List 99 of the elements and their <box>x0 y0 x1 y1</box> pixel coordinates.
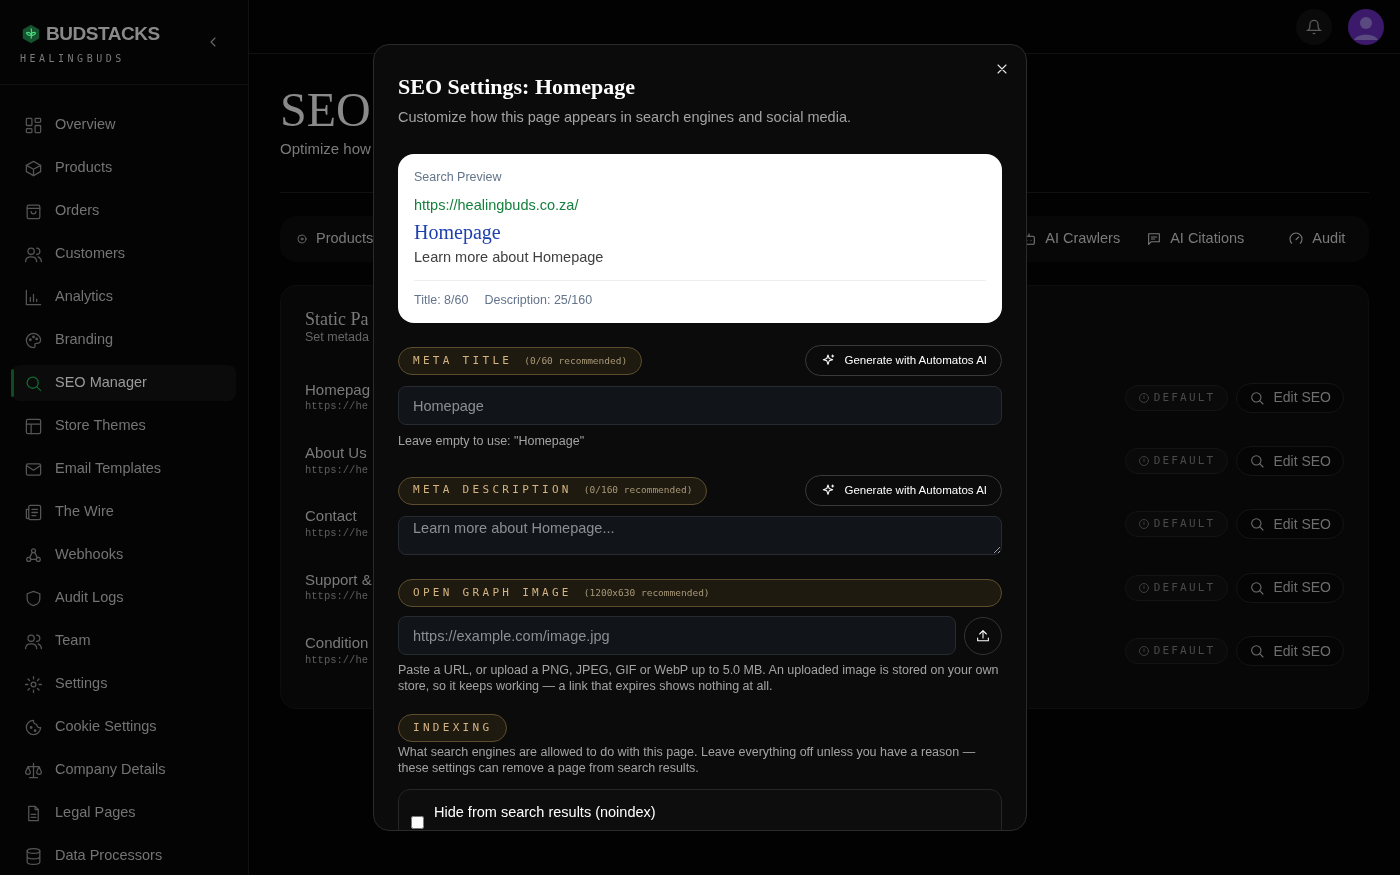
search-icon <box>1249 516 1266 533</box>
sidebar-item[interactable]: Analytics <box>12 279 236 315</box>
shield-icon <box>24 588 43 608</box>
page-url: https://he <box>305 399 368 415</box>
box-icon <box>24 158 43 178</box>
page-url: https://he <box>305 462 368 478</box>
sidebar-item[interactable]: Legal Pages <box>12 795 236 831</box>
default-badge: DEFAULT <box>1124 448 1229 475</box>
character-count: Title: 8/60 <box>414 291 469 309</box>
sidebar-item[interactable]: SEO Manager <box>12 365 236 401</box>
preview-label: Search Preview <box>414 169 502 187</box>
sidebar-item[interactable]: Settings <box>12 666 236 702</box>
checkbox[interactable] <box>411 816 424 830</box>
edit-seo-button[interactable]: Edit SEO <box>1236 446 1344 477</box>
store-name: HEALINGBUDS <box>20 51 125 66</box>
cookie-icon <box>24 717 43 737</box>
sidebar-item[interactable]: The Wire <box>12 494 236 530</box>
sidebar-item[interactable]: Company Details <box>12 752 236 788</box>
modal-subtitle: Customize how this page appears in search engines and social media. <box>398 107 852 127</box>
edit-seo-button[interactable]: Edit SEO <box>1236 509 1344 540</box>
page-subtitle: Optimize how <box>280 139 371 159</box>
grid-icon <box>24 115 43 135</box>
newspaper-icon <box>24 502 43 522</box>
webhook-icon <box>24 545 43 565</box>
tab[interactable]: Audit <box>1288 227 1346 250</box>
leaf-logo-icon <box>20 23 42 46</box>
bell-icon <box>1306 18 1322 35</box>
sidebar-item[interactable]: Team <box>12 623 236 659</box>
search-icon <box>1249 453 1266 470</box>
brand-name: BUDSTACKS <box>46 22 160 46</box>
preview-description: Learn more about Homepage <box>414 247 604 267</box>
palette-icon <box>24 330 43 350</box>
option-label: Hide from search results (noindex) <box>434 803 656 823</box>
card-subtitle: Set metada <box>305 328 369 346</box>
sidebar-item[interactable]: Orders <box>12 193 236 229</box>
sidebar-item[interactable]: Data Processors <box>12 838 236 874</box>
ai-generate-button[interactable]: Generate with Automatos AI <box>805 345 1002 377</box>
sidebar-item[interactable]: Overview <box>12 107 236 143</box>
url-input-field[interactable]: https://example.com/image.jpg <box>398 616 956 655</box>
tag-icon <box>296 232 308 245</box>
search-icon <box>1249 389 1266 406</box>
sidebar-item[interactable]: Webhooks <box>12 537 236 573</box>
info-icon <box>1137 391 1150 404</box>
field-label: META TITLE (0/60 recommended) <box>398 346 643 375</box>
preview-url: https://healingbuds.co.za/ <box>414 196 579 215</box>
page-name: Condition <box>305 633 369 653</box>
sidebar-item[interactable]: Store Themes <box>12 408 236 444</box>
sidebar-item[interactable]: Audit Logs <box>12 580 236 616</box>
database-icon <box>24 846 43 866</box>
layout-icon <box>24 416 43 436</box>
info-icon <box>1137 645 1150 658</box>
page-name: Support & <box>305 570 372 590</box>
notifications-button[interactable] <box>1296 8 1332 45</box>
field-label: META DESCRIPTION (0/160 recommended) <box>398 476 708 505</box>
info-icon <box>1137 518 1150 531</box>
gauge-icon <box>1288 230 1305 247</box>
tab[interactable]: AI Citations <box>1146 227 1245 250</box>
default-badge: DEFAULT <box>1124 574 1229 601</box>
sidebar-item[interactable]: Email Templates <box>12 451 236 487</box>
card-title: Static Pa <box>305 309 369 328</box>
page-title: SEO <box>280 86 371 134</box>
page-url: https://he <box>305 652 368 668</box>
edit-seo-button[interactable]: Edit SEO <box>1236 382 1344 413</box>
info-icon <box>1137 581 1150 594</box>
tab[interactable]: Products <box>296 227 374 250</box>
avatar[interactable] <box>1348 8 1384 45</box>
preview-title: Homepage <box>414 219 501 245</box>
help-text: What search engines are allowed to do with this page. Leave everything off unless you have a reason — these settings can remove a page from search results. <box>398 744 977 777</box>
modal-title: SEO Settings: Homepage <box>398 73 637 101</box>
scale-icon <box>24 760 43 780</box>
help-text: Paste a URL, or upload a PNG, JPEG, GIF or WebP up to 5.0 MB. An uploaded image is stored on your own store, so it keeps working — a link that expires shows nothing at all. <box>398 662 1000 694</box>
edit-seo-button[interactable]: Edit SEO <box>1236 636 1344 667</box>
field-label: OPEN GRAPH IMAGE (1200x630 recommended) <box>398 579 1002 607</box>
edit-seo-button[interactable]: Edit SEO <box>1236 572 1344 603</box>
tab[interactable]: AI Crawlers <box>1021 227 1121 250</box>
page-name: About Us <box>305 443 367 463</box>
input-field[interactable]: Homepage <box>398 386 1002 426</box>
page-name: Homepag <box>305 380 371 400</box>
search-icon <box>1249 643 1266 660</box>
sidebar-item[interactable]: Customers <box>12 236 236 272</box>
page-url: https://he <box>305 589 368 605</box>
default-badge: DEFAULT <box>1124 511 1229 538</box>
sidebar-item[interactable]: Products <box>12 150 236 186</box>
field-label: INDEXING <box>398 714 508 743</box>
chat-icon <box>1146 230 1163 247</box>
bar-chart-icon <box>24 287 43 307</box>
page-url: https://he <box>305 526 368 541</box>
sidebar-item[interactable]: Cookie Settings <box>12 709 236 745</box>
upload-icon <box>975 627 991 644</box>
character-count: Description: 25/160 <box>484 291 593 309</box>
textarea-field[interactable]: Learn more about Homepage... <box>398 516 1002 555</box>
default-badge: DEFAULT <box>1124 638 1229 665</box>
page-name: Contact <box>305 507 357 526</box>
search-icon <box>1249 579 1266 596</box>
info-icon <box>1137 455 1150 468</box>
help-text: Leave empty to use: "Homepage" <box>398 433 585 451</box>
sidebar-item[interactable]: Branding <box>12 322 236 358</box>
default-badge: DEFAULT <box>1124 384 1229 411</box>
ai-generate-button[interactable]: Generate with Automatos AI <box>805 475 1002 506</box>
